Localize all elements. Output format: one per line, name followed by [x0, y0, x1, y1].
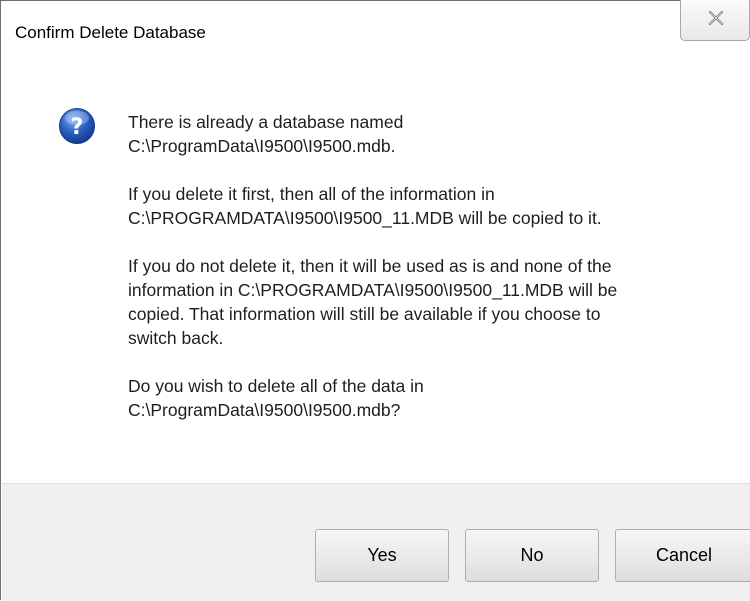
message-paragraph-do-not-delete: If you do not delete it, then it will be… [128, 256, 618, 348]
message-paragraph-existing-db: There is already a database named C:\Pro… [128, 112, 404, 156]
dialog-content: ? There is already a database named C:\P… [2, 67, 750, 483]
no-button[interactable]: No [465, 529, 599, 582]
close-icon [708, 10, 724, 26]
question-icon: ? [59, 108, 95, 144]
yes-button[interactable]: Yes [315, 529, 449, 582]
cancel-button[interactable]: Cancel [615, 529, 750, 582]
dialog-title: Confirm Delete Database [15, 23, 206, 42]
svg-text:?: ? [71, 115, 84, 140]
confirm-delete-dialog: Confirm Delete Database ? There is alrea… [0, 0, 750, 601]
close-button[interactable] [680, 0, 750, 41]
dialog-message: There is already a database named C:\Pro… [128, 110, 718, 446]
button-area: Yes No Cancel [2, 483, 750, 601]
message-paragraph-question: Do you wish to delete all of the data in… [128, 376, 424, 420]
message-paragraph-delete-first: If you delete it first, then all of the … [128, 184, 602, 228]
title-bar[interactable]: Confirm Delete Database [1, 0, 750, 67]
